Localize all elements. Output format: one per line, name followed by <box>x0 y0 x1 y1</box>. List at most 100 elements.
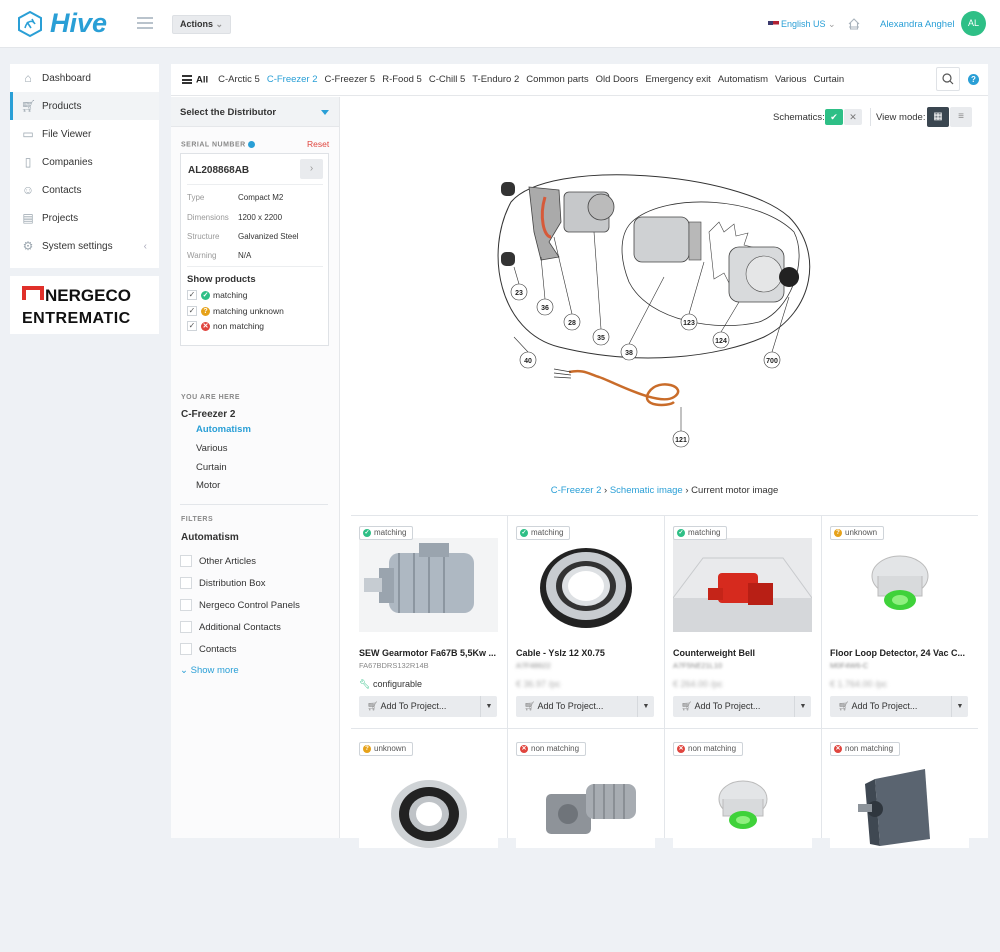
show-non-matching-option[interactable]: ✓ ✕ non matching <box>187 321 264 331</box>
product-name[interactable]: Cable - Yslz 12 X0.75 <box>516 648 661 658</box>
product-code: FA67BDRS132R14B <box>359 661 429 670</box>
sidebar-item-contacts[interactable]: ☺ Contacts <box>10 176 159 204</box>
search-button[interactable] <box>936 67 960 91</box>
sidebar-item-label: Projects <box>42 212 79 224</box>
checkbox[interactable] <box>180 643 192 655</box>
sidebar-item-system-settings[interactable]: ⚙ System settings ‹ <box>10 232 159 260</box>
distributor-selector[interactable]: Select the Distributor <box>171 97 339 127</box>
caret-down-icon[interactable]: ▼ <box>794 696 811 717</box>
tab-c-freezer-5[interactable]: C-Freezer 5 <box>325 74 376 85</box>
product-card[interactable]: ✓ matching SEW Gearmotor Fa67B 5,5Kw ... … <box>351 524 508 736</box>
filter-other-articles[interactable]: Other Articles <box>180 555 256 567</box>
reset-link[interactable]: Reset <box>307 139 329 149</box>
checkbox-checked[interactable]: ✓ <box>187 306 197 316</box>
tab-automatism[interactable]: Automatism <box>718 74 768 85</box>
add-to-project-button[interactable]: 🛒︎ Add To Project... ▼ <box>673 696 811 717</box>
status-badge: ? unknown <box>359 742 414 756</box>
product-card[interactable]: ? unknown <box>351 740 508 952</box>
product-card[interactable]: ? unknown Floor Loop Detector, 24 Vac C..… <box>822 524 979 736</box>
product-image[interactable] <box>516 538 655 632</box>
info-icon[interactable] <box>247 141 255 148</box>
here-root[interactable]: C-Freezer 2 <box>181 409 235 420</box>
filter-contacts[interactable]: Contacts <box>180 643 237 655</box>
product-image[interactable] <box>516 754 655 848</box>
product-name[interactable]: Counterweight Bell <box>673 648 818 658</box>
list-view-button[interactable]: ≡ <box>950 107 972 127</box>
filter-distribution-box[interactable]: Distribution Box <box>180 577 266 589</box>
user-name[interactable]: Alexandra Anghel <box>880 19 954 30</box>
tab-various[interactable]: Various <box>775 74 807 85</box>
callout-label: 28 <box>568 320 576 327</box>
tab-old-doors[interactable]: Old Doors <box>596 74 639 85</box>
actions-dropdown[interactable]: Actions ⌄ <box>172 15 232 34</box>
schematic-diagram[interactable]: 23 36 28 35 123 124 700 38 40 121 <box>489 162 819 462</box>
product-image[interactable] <box>359 754 498 848</box>
here-item-motor[interactable]: Motor <box>196 480 220 491</box>
product-price: € 264.00 /pc <box>673 679 723 689</box>
hive-logo-icon[interactable] <box>16 10 44 38</box>
sidebar-item-label: File Viewer <box>42 128 92 140</box>
checkbox-checked[interactable]: ✓ <box>187 321 197 331</box>
sidebar-item-products[interactable]: 🛒︎ Products <box>10 92 159 120</box>
product-card[interactable]: ✕ non matching <box>508 740 665 952</box>
checkbox[interactable] <box>180 599 192 611</box>
app-name[interactable]: Hive <box>50 8 107 39</box>
checkbox[interactable] <box>180 555 192 567</box>
schematics-off-toggle[interactable]: ✕ <box>844 109 862 125</box>
tab-c-freezer-2[interactable]: C-Freezer 2 <box>267 74 318 85</box>
avatar[interactable]: AL <box>961 11 986 36</box>
here-item-curtain[interactable]: Curtain <box>196 462 227 473</box>
tab-c-arctic-5[interactable]: C-Arctic 5 <box>218 74 260 85</box>
caret-down-icon[interactable]: ▼ <box>637 696 654 717</box>
show-unknown-option[interactable]: ✓? matching unknown <box>187 306 284 316</box>
sidebar-item-file-viewer[interactable]: ▭ File Viewer <box>10 120 159 148</box>
product-card[interactable]: ✕ non matching <box>822 740 979 952</box>
filter-additional-contacts[interactable]: Additional Contacts <box>180 621 281 633</box>
grid-view-button[interactable]: ▦ <box>927 107 949 127</box>
status-label: matching <box>531 528 564 537</box>
filter-control-panels[interactable]: Nergeco Control Panels <box>180 599 300 611</box>
tab-r-food-5[interactable]: R-Food 5 <box>382 74 422 85</box>
show-matching-option[interactable]: ✓ ✓ matching <box>187 290 248 300</box>
product-image[interactable] <box>830 538 969 632</box>
tab-t-enduro-2[interactable]: T-Enduro 2 <box>472 74 519 85</box>
tab-common-parts[interactable]: Common parts <box>526 74 588 85</box>
caret-down-icon[interactable]: ▼ <box>480 696 497 717</box>
filters-label: FILTERS <box>181 516 214 523</box>
schematics-on-toggle[interactable]: ✔ <box>825 109 843 125</box>
menu-toggle-icon[interactable] <box>137 17 153 29</box>
tab-emergency-exit[interactable]: Emergency exit <box>645 74 710 85</box>
breadcrumb-root[interactable]: C-Freezer 2 <box>551 485 602 496</box>
checkbox[interactable] <box>180 577 192 589</box>
help-icon[interactable]: ? <box>968 74 979 85</box>
product-image[interactable] <box>359 538 498 632</box>
product-name[interactable]: Floor Loop Detector, 24 Vac C... <box>830 648 975 658</box>
serial-go-button[interactable]: › <box>300 159 323 179</box>
tab-curtain[interactable]: Curtain <box>814 74 845 85</box>
checkbox[interactable] <box>180 621 192 633</box>
here-item-automatism[interactable]: Automatism <box>196 424 251 435</box>
tab-all[interactable]: All <box>182 74 208 86</box>
show-more-link[interactable]: ⌄ Show more <box>180 665 239 676</box>
home-icon[interactable] <box>847 17 861 31</box>
product-card[interactable]: ✓ matching Counterweight Bell A7F5NE21L10… <box>665 524 822 736</box>
product-image[interactable] <box>673 754 812 848</box>
product-image[interactable] <box>673 538 812 632</box>
breadcrumb-middle[interactable]: Schematic image <box>610 485 683 496</box>
product-card[interactable]: ✓ matching Cable - Yslz 12 X0.75 A7F48622… <box>508 524 665 736</box>
add-to-project-button[interactable]: 🛒︎ Add To Project... ▼ <box>516 696 654 717</box>
configurable-label: 🔧︎ configurable <box>359 679 422 690</box>
add-to-project-button[interactable]: 🛒︎ Add To Project... ▼ <box>359 696 497 717</box>
sidebar-item-dashboard[interactable]: ⌂ Dashboard <box>10 64 159 92</box>
tab-c-chill-5[interactable]: C-Chill 5 <box>429 74 465 85</box>
add-to-project-button[interactable]: 🛒︎ Add To Project... ▼ <box>830 696 968 717</box>
here-item-various[interactable]: Various <box>196 443 228 454</box>
caret-down-icon[interactable]: ▼ <box>951 696 968 717</box>
product-card[interactable]: ✕ non matching <box>665 740 822 952</box>
product-name[interactable]: SEW Gearmotor Fa67B 5,5Kw ... <box>359 648 504 658</box>
language-selector[interactable]: English US ⌄ <box>768 19 836 30</box>
product-image[interactable] <box>830 754 969 848</box>
checkbox-checked[interactable]: ✓ <box>187 290 197 300</box>
sidebar-item-projects[interactable]: ▤ Projects <box>10 204 159 232</box>
sidebar-item-companies[interactable]: ▯ Companies <box>10 148 159 176</box>
